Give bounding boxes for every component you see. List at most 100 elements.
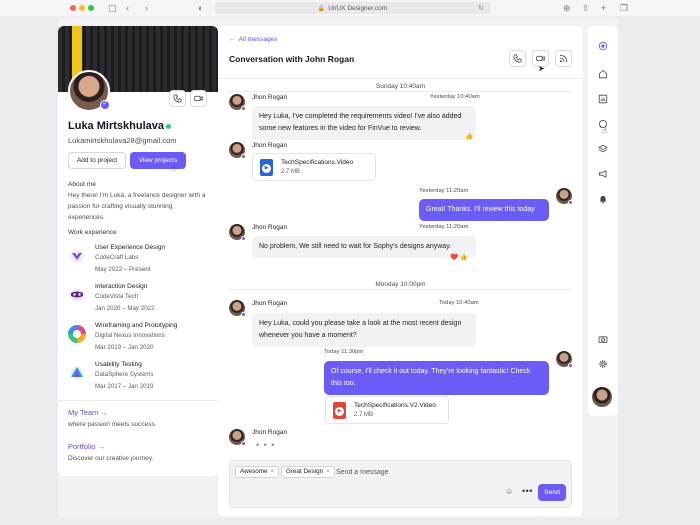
emoji-icon[interactable]: ☺ — [505, 487, 513, 496]
profile-name: Luka Mirtskhulava — [68, 120, 164, 132]
megaphone-icon[interactable] — [595, 166, 611, 182]
settings-gear-icon[interactable] — [595, 356, 611, 372]
work-item: Wireframing and Prototyping Digital Nexu… — [68, 322, 213, 358]
divider — [58, 400, 218, 401]
contact-avatar — [229, 300, 246, 317]
right-nav-bar: ☝ — [588, 26, 618, 416]
work-item: Interaction Design CodeVista Tech Jan 20… — [68, 283, 213, 319]
analytics-icon[interactable] — [595, 91, 611, 107]
file-attachment[interactable]: ▶ TechSpecifications.Video 2.7 MB — [252, 153, 376, 181]
divider — [228, 91, 573, 92]
contact-avatar — [229, 429, 246, 446]
day-separator: Sunday 10:40am — [375, 83, 426, 90]
camera-icon[interactable] — [595, 331, 611, 347]
arrow-right-icon: → — [100, 408, 108, 417]
message-time: Yesterday 11:20am — [419, 188, 469, 194]
sidebar-toggle-icon[interactable]: ▢ — [108, 2, 117, 14]
reload-icon[interactable]: ↻ — [478, 4, 484, 12]
message-sender: Jhon Rogan — [252, 142, 288, 149]
pointer-cursor-icon: ☝ — [171, 164, 176, 173]
message-bubble-me: Of course, I'll check it out today. They… — [324, 361, 549, 395]
remove-tag-icon[interactable]: × — [326, 468, 330, 475]
work-heading: Work experience — [68, 229, 117, 236]
add-to-project-button[interactable]: Add to project — [68, 152, 126, 169]
pointer-cursor-icon: ☝ — [602, 126, 607, 135]
my-avatar — [556, 188, 573, 205]
url-text: UI/UX Designer.com — [328, 4, 388, 12]
message-bubble-me: Great! Thanks. I'll review this today — [419, 199, 549, 221]
rss-icon — [559, 54, 568, 63]
message-bubble: Hey Luka, I've completed the requirement… — [252, 106, 476, 140]
remove-tag-icon[interactable]: × — [271, 468, 275, 475]
work-company: CodeVista Tech — [95, 293, 139, 300]
address-bar[interactable]: 🔒 UI/UX Designer.com ↻ — [215, 2, 490, 14]
layers-icon[interactable] — [595, 141, 611, 157]
message-reaction: ❤️ 👍 — [450, 254, 468, 261]
message-sender: Jhon Rogan — [252, 94, 288, 101]
work-title: Usability Testing — [95, 361, 142, 368]
about-heading: About me — [68, 181, 96, 188]
download-icon[interactable]: ⊕ — [563, 2, 571, 14]
message-input[interactable] — [336, 466, 486, 478]
more-options-icon[interactable]: ••• — [522, 486, 533, 496]
arrow-left-icon: ← — [229, 36, 236, 43]
work-company: Digital Nexus Innovations — [95, 332, 165, 339]
phone-icon — [173, 94, 182, 103]
file-attachment[interactable]: ▶ TechSpecifications.V2.Video 2.7 MB — [325, 396, 449, 424]
company-logo-icon — [68, 286, 86, 304]
view-projects-button[interactable]: View projects — [130, 152, 186, 169]
my-team-subtitle: where passion meets success. — [68, 421, 157, 428]
call-button[interactable] — [169, 90, 186, 107]
back-to-messages-link[interactable]: ← All messages — [229, 36, 277, 43]
contact-avatar — [229, 142, 246, 159]
about-text: Hey there! I'm Luka, a freelance designe… — [68, 192, 206, 221]
message-sender: Jhon Rogan — [252, 224, 288, 231]
phone-icon — [513, 54, 522, 63]
verified-badge-icon: ✓ — [100, 100, 110, 110]
user-avatar[interactable] — [591, 386, 613, 408]
privacy-shield-icon[interactable]: ◐ — [198, 2, 203, 14]
online-status-icon — [166, 124, 171, 129]
call-button[interactable] — [509, 50, 526, 67]
company-logo-icon — [68, 247, 86, 265]
tabs-overview-icon[interactable]: ❐ — [620, 2, 628, 14]
back-label: All messages — [238, 36, 278, 43]
contact-avatar — [229, 224, 246, 241]
portfolio-link[interactable]: Portfolio → — [68, 442, 105, 451]
company-logo-icon — [68, 364, 86, 382]
logo-icon[interactable] — [595, 38, 611, 54]
video-call-button[interactable] — [190, 90, 207, 107]
video-file-icon: ▶ — [260, 159, 273, 176]
notification-bell-icon[interactable] — [595, 191, 611, 207]
header-divider — [218, 78, 583, 79]
home-icon[interactable] — [595, 66, 611, 82]
work-item: Usability Testing DataSphere Systems Mar… — [68, 361, 213, 397]
close-window-button[interactable] — [70, 5, 76, 11]
forward-arrow-icon[interactable]: › — [145, 2, 148, 14]
send-button[interactable]: Send — [538, 484, 566, 501]
message-reaction: 👍 — [465, 133, 474, 140]
my-team-label: My Team — [68, 408, 99, 417]
message-time: Yesterday 10:40am — [430, 94, 480, 100]
video-file-icon: ▶ — [333, 402, 346, 419]
browser-toolbar: ▢ ‹ › ◐ 🔒 UI/UX Designer.com ↻ ⊕ ⇧ + ❐ — [0, 0, 700, 16]
profile-email: Lukamirtskhulava28@gmail.com — [68, 136, 177, 145]
new-tab-icon[interactable]: + — [601, 2, 606, 14]
work-company: CodeCraft Labs — [95, 254, 139, 261]
maximize-window-button[interactable] — [88, 5, 94, 11]
day-separator: Monday 10:00pm — [375, 281, 426, 288]
work-dates: Mar 2017 – Jan 2019 — [95, 383, 154, 390]
message-time: Today 10:40am — [439, 300, 479, 306]
share-icon[interactable]: ⇧ — [582, 2, 590, 14]
back-arrow-icon[interactable]: ‹ — [126, 2, 129, 14]
broadcast-button[interactable] — [555, 50, 572, 67]
message-time: Today 11:30pm — [324, 349, 364, 355]
video-camera-icon — [536, 55, 545, 62]
quick-reply-tag[interactable]: Great Design × — [281, 466, 335, 478]
my-team-link[interactable]: My Team → — [68, 408, 108, 417]
minimize-window-button[interactable] — [79, 5, 85, 11]
portfolio-subtitle: Discover our creative journey. — [68, 455, 154, 462]
quick-reply-tag[interactable]: Awesome × — [235, 466, 280, 478]
tag-label: Awesome — [240, 468, 268, 475]
divider — [228, 289, 573, 290]
